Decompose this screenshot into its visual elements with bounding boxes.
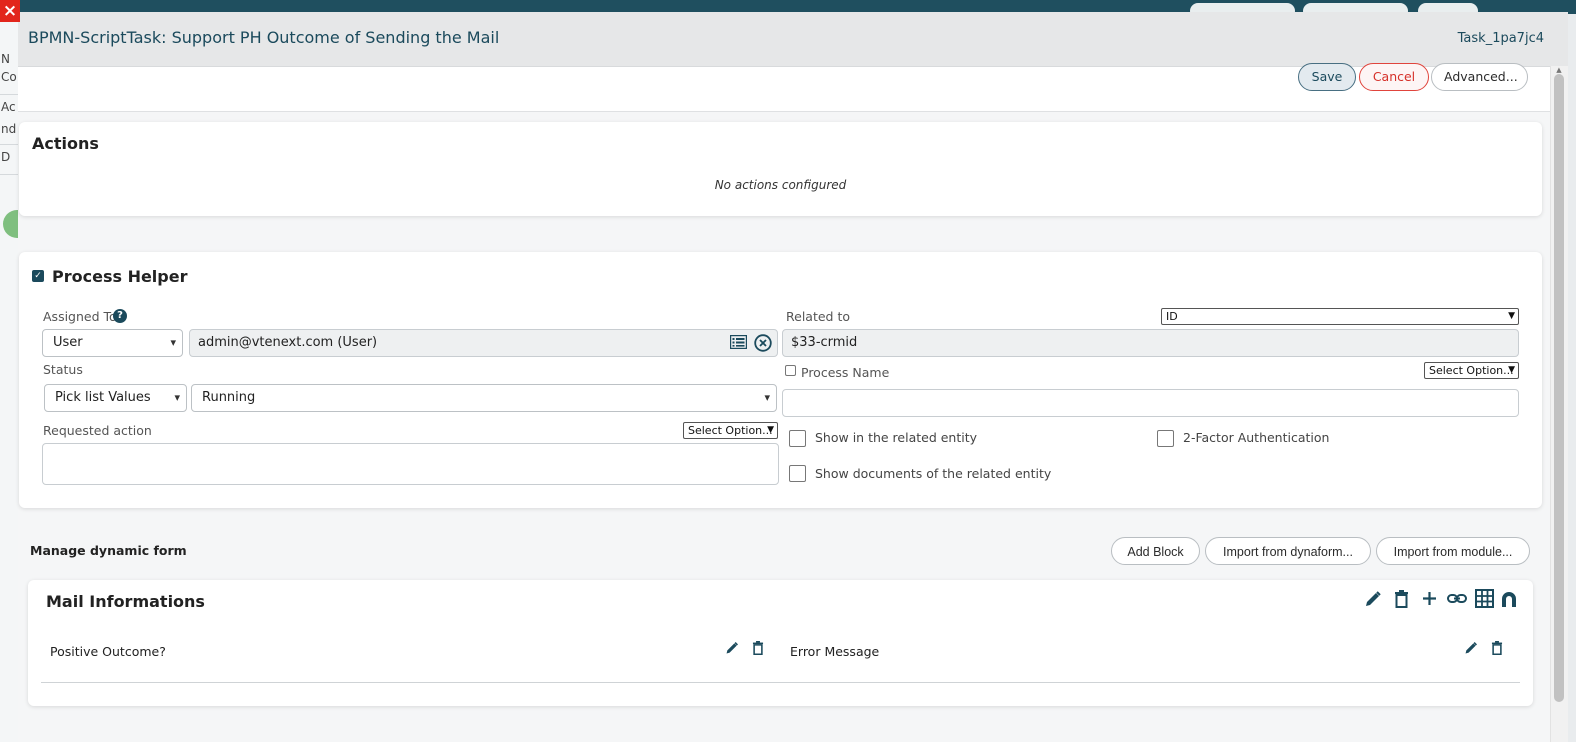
list-icon[interactable] xyxy=(730,335,747,349)
show-documents-checkbox[interactable] xyxy=(789,465,806,482)
chevron-down-icon: ▾ xyxy=(764,391,770,404)
process-name-option-value: Select Option... xyxy=(1429,364,1514,377)
modal-title: BPMN-ScriptTask: Support PH Outcome of S… xyxy=(28,28,500,47)
status-source-select[interactable]: Pick list Values ▾ xyxy=(44,384,187,412)
assigned-user-value: admin@vtenext.com (User) xyxy=(198,335,378,350)
requested-action-textarea[interactable] xyxy=(42,443,779,485)
task-id: Task_1pa7jc4 xyxy=(1457,31,1544,46)
link-icon[interactable] xyxy=(1447,590,1467,607)
status-label: Status xyxy=(43,362,83,377)
requested-action-option-value: Select Option... xyxy=(688,424,773,437)
scrollbar-thumb[interactable] xyxy=(1554,74,1564,702)
related-field-select[interactable]: ID ▼ xyxy=(1161,308,1519,325)
magnet-icon[interactable] xyxy=(1500,590,1518,608)
advanced-button[interactable]: Advanced... xyxy=(1431,63,1528,91)
process-name-label: Process Name xyxy=(801,365,890,380)
block-title: Mail Informations xyxy=(46,592,205,611)
trash-icon[interactable] xyxy=(752,641,764,655)
pencil-icon[interactable] xyxy=(1364,590,1382,608)
chevron-down-icon: ▼ xyxy=(767,425,774,435)
process-name-checkbox[interactable] xyxy=(785,365,796,376)
mail-informations-block: Mail Informations Positive Outcome? Erro… xyxy=(28,580,1533,706)
trash-icon[interactable] xyxy=(1491,641,1503,655)
close-icon[interactable]: × xyxy=(0,0,20,22)
chevron-down-icon: ▾ xyxy=(174,391,180,404)
trash-icon[interactable] xyxy=(1394,590,1409,608)
scroll-up-icon[interactable]: ▲ xyxy=(1554,66,1564,74)
dynamic-form-title: Manage dynamic form xyxy=(30,543,187,558)
related-to-input[interactable]: $33-crmid xyxy=(782,329,1519,357)
chevron-down-icon: ▼ xyxy=(1508,365,1515,375)
background-letter: Co xyxy=(1,70,17,84)
process-helper-card: ✓ Process Helper Assigned To ? User ▾ ad… xyxy=(19,252,1542,508)
background-letter: Ac xyxy=(1,100,16,114)
actions-card: Actions No actions configured xyxy=(19,122,1542,216)
block-divider xyxy=(41,682,1520,683)
actions-title: Actions xyxy=(32,134,99,153)
process-helper-title: Process Helper xyxy=(52,267,188,286)
assigned-user-input[interactable]: admin@vtenext.com (User) xyxy=(189,329,778,357)
import-dynaform-button[interactable]: Import from dynaform... xyxy=(1205,537,1371,565)
pencil-icon[interactable] xyxy=(725,641,739,655)
show-documents-label: Show documents of the related entity xyxy=(815,466,1052,481)
field-positive-outcome: Positive Outcome? xyxy=(50,644,166,659)
import-module-button[interactable]: Import from module... xyxy=(1376,537,1530,565)
requested-action-label: Requested action xyxy=(43,423,152,438)
assigned-type-value: User xyxy=(53,335,83,350)
two-factor-checkbox[interactable] xyxy=(1157,430,1174,447)
table-icon[interactable] xyxy=(1475,589,1494,608)
requested-action-option-select[interactable]: Select Option... ▼ xyxy=(683,422,778,439)
plus-icon[interactable] xyxy=(1421,590,1438,607)
show-related-label: Show in the related entity xyxy=(815,430,978,445)
assigned-to-label: Assigned To xyxy=(43,309,117,324)
two-factor-label: 2-Factor Authentication xyxy=(1183,430,1330,445)
status-source-value: Pick list Values xyxy=(55,390,151,405)
process-name-option-select[interactable]: Select Option... ▼ xyxy=(1424,362,1519,379)
related-to-label: Related to xyxy=(786,309,850,324)
question-icon[interactable]: ? xyxy=(113,309,127,323)
related-field-value: ID xyxy=(1166,310,1178,323)
background-letter: nd xyxy=(1,122,17,136)
background-letter: D xyxy=(1,150,11,164)
show-related-checkbox[interactable] xyxy=(789,430,806,447)
related-to-value: $33-crmid xyxy=(791,335,858,350)
modal-header: BPMN-ScriptTask: Support PH Outcome of S… xyxy=(18,12,1568,67)
field-error-message: Error Message xyxy=(790,644,880,659)
add-block-button[interactable]: Add Block xyxy=(1111,537,1200,565)
assigned-type-select[interactable]: User ▾ xyxy=(42,329,183,357)
chevron-down-icon: ▼ xyxy=(1508,311,1515,321)
background-letter: N xyxy=(1,52,10,66)
chevron-down-icon: ▾ xyxy=(170,336,176,349)
status-value-select[interactable]: Running ▾ xyxy=(191,384,777,412)
process-name-input[interactable] xyxy=(782,389,1519,417)
pencil-icon[interactable] xyxy=(1464,641,1478,655)
clear-circle-icon[interactable] xyxy=(754,334,772,352)
save-button[interactable]: Save xyxy=(1298,63,1356,91)
status-value: Running xyxy=(202,390,256,405)
no-actions-text: No actions configured xyxy=(714,178,847,192)
cancel-button[interactable]: Cancel xyxy=(1359,63,1429,91)
process-helper-checkbox[interactable]: ✓ xyxy=(32,270,44,282)
